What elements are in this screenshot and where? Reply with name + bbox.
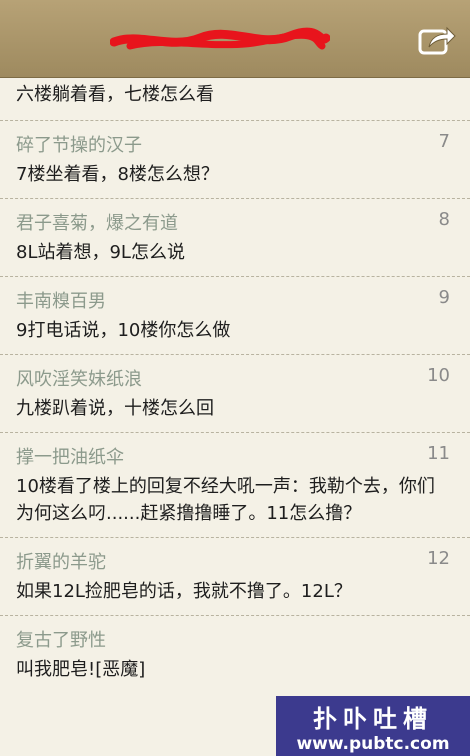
post-content: 如果12L捡肥皂的话，我就不撸了。12L？ [16,581,352,602]
post-content: 叫我肥皂![恶魔] [16,659,146,680]
list-item[interactable]: 六楼躺着看，七楼怎么看 [0,78,470,121]
site-watermark: 扑卟吐槽 www.pubtc.com [276,696,470,756]
post-content: 10楼看了楼上的回复不经大吼一声：我勒个去，你们为何这么叼......赶紧撸撸睡… [16,476,435,524]
share-arrow-icon [418,26,456,55]
floor-number: 9 [438,287,450,308]
list-item[interactable]: 碎了节操的汉子 7 7楼坐着看，8楼怎么想？ [0,121,470,199]
username[interactable]: 复古了野性 [16,626,106,652]
list-item[interactable]: 丰南糗百男 9 9打电话说，10楼你怎么做 [0,277,470,355]
floor-number: 7 [438,131,450,152]
share-button[interactable] [416,22,458,58]
floor-number: 11 [427,443,450,464]
post-content: 九楼趴着说，十楼怎么回 [16,398,214,419]
top-bar [0,0,470,78]
post-list: 六楼躺着看，七楼怎么看 碎了节操的汉子 7 7楼坐着看，8楼怎么想？ 君子喜菊，… [0,78,470,693]
post-content: 9打电话说，10楼你怎么做 [16,320,231,341]
redacted-title [110,27,330,50]
list-item[interactable]: 复古了野性 叫我肥皂![恶魔] [0,616,470,693]
post-content: 8L站着想，9L怎么说 [16,242,185,263]
username[interactable]: 碎了节操的汉子 [16,131,142,157]
floor-number: 10 [427,365,450,386]
username[interactable]: 君子喜菊，爆之有道 [16,209,178,235]
list-item[interactable]: 折翼的羊驼 12 如果12L捡肥皂的话，我就不撸了。12L？ [0,538,470,616]
username[interactable]: 丰南糗百男 [16,287,106,313]
list-item[interactable]: 风吹淫笑妹纸浪 10 九楼趴着说，十楼怎么回 [0,355,470,433]
watermark-title: 扑卟吐槽 [313,705,433,733]
username[interactable]: 风吹淫笑妹纸浪 [16,365,142,391]
floor-number: 12 [427,548,450,569]
post-content: 7楼坐着看，8楼怎么想？ [16,164,219,185]
list-item[interactable]: 君子喜菊，爆之有道 8 8L站着想，9L怎么说 [0,199,470,277]
post-content: 六楼躺着看，七楼怎么看 [16,84,214,105]
floor-number: 8 [438,209,450,230]
list-item[interactable]: 撑一把油纸伞 11 10楼看了楼上的回复不经大吼一声：我勒个去，你们为何这么叼.… [0,433,470,538]
username[interactable]: 撑一把油纸伞 [16,443,124,469]
username[interactable]: 折翼的羊驼 [16,548,106,574]
watermark-url: www.pubtc.com [296,734,450,754]
